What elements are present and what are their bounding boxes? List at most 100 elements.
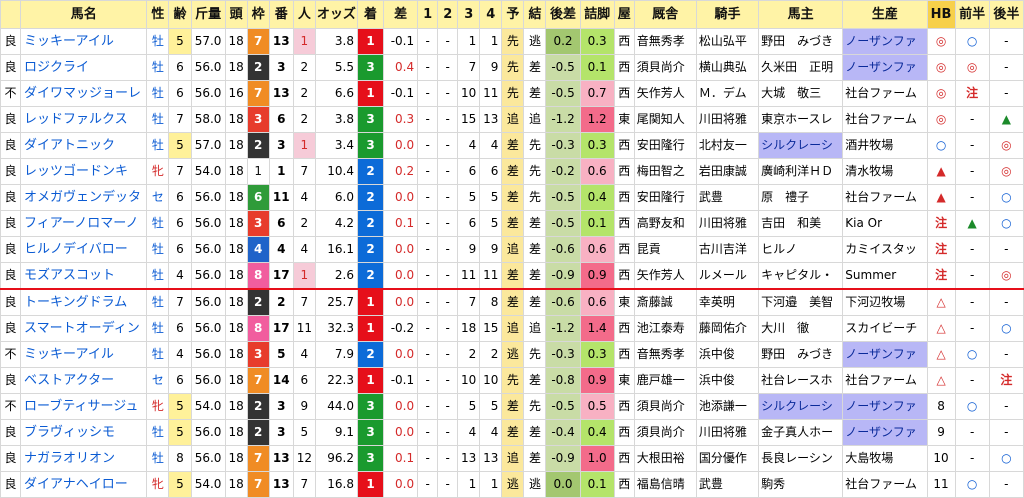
horse-name-link[interactable]: ブラヴィッシモ: [20, 419, 148, 446]
horse-name-link[interactable]: ベストアクター: [20, 367, 148, 394]
jockey-cell: 浜中俊: [695, 367, 760, 394]
table-row[interactable]: 良モズアスコット牡 4 56.0 18 8 17 1 2.6 2 0.0- -11 11 差差 -0.9 0…: [0, 262, 1024, 290]
frame-cell: 7: [246, 445, 270, 472]
header-heads[interactable]: 頭: [224, 0, 248, 29]
number-cell: 2: [268, 288, 294, 316]
horse-name-link[interactable]: ナガラオリオン: [20, 445, 148, 472]
table-row[interactable]: 良オメガヴェンデッタセ 6 56.0 18 6 11 4 6.0 2 0.0- -5 5 差先 -0.5 0…: [0, 184, 1024, 211]
header-number[interactable]: 番: [268, 0, 294, 29]
horse-name-link[interactable]: レッツゴードンキ: [20, 158, 148, 185]
weight-cell: 56.0: [190, 236, 226, 263]
corner2-cell: -: [437, 341, 459, 368]
header-corner4[interactable]: 4: [479, 0, 503, 29]
horse-name-link[interactable]: オメガヴェンデッタ: [20, 184, 148, 211]
trainer-cell: 安田隆行: [633, 132, 697, 159]
header-second-half[interactable]: 後半: [988, 0, 1024, 29]
table-row[interactable]: 良フィアーノロマーノ牡 6 56.0 18 3 6 2 4.2 2 0.1- -6 5 差差 -0.5 0.…: [0, 210, 1024, 237]
table-row[interactable]: 良ヒルノデイバロー牡 6 56.0 18 4 4 4 16.1 2 0.0- -9 9 追差 -0.6 0.…: [0, 236, 1024, 263]
header-weight[interactable]: 斤量: [190, 0, 226, 29]
corner4-cell: 6: [479, 158, 503, 185]
horse-name-link[interactable]: ヒルノデイバロー: [20, 236, 148, 263]
corner4-cell: 11: [479, 262, 503, 290]
margin-cell: 0.4: [383, 54, 419, 81]
header-owner[interactable]: 馬主: [758, 0, 844, 29]
header-popularity[interactable]: 人: [292, 0, 316, 29]
table-row[interactable]: 不ダイワマッジョーレ牡 6 56.0 16 7 13 2 6.6 1 -0.1- -10 11 先差 -0…: [0, 80, 1024, 107]
corner2-cell: -: [437, 210, 459, 237]
header-breeder[interactable]: 生産: [842, 0, 928, 29]
header-late-diff[interactable]: 後差: [545, 0, 581, 29]
header-margin[interactable]: 差: [383, 0, 419, 29]
owner-cell: ヒルノ: [758, 236, 844, 263]
race-table: 馬名 性 齢 斤量 頭 枠 番 人 オッズ 着 差 1 2 3 4 予 結 後差…: [0, 0, 1024, 498]
table-row[interactable]: 良レッツゴードンキ牝 7 54.0 18 1 1 7 10.4 2 0.2- -6 6 差先 -0.2 0.…: [0, 158, 1024, 185]
header-hb[interactable]: HB: [926, 0, 956, 29]
corner2-cell: -: [437, 236, 459, 263]
odds-cell: 44.0: [314, 393, 358, 420]
table-row[interactable]: 良ベストアクターセ 6 56.0 18 7 14 6 22.3 1 -0.1- -10 10 先差 -0.…: [0, 367, 1024, 394]
closing-cell: 0.9: [579, 367, 615, 394]
frame-cell: 3: [246, 341, 270, 368]
result-cell: 追: [523, 315, 547, 342]
popularity-cell: 11: [292, 315, 316, 342]
finish-cell: 3: [356, 54, 385, 81]
horse-name-link[interactable]: ミッキーアイル: [20, 341, 148, 368]
header-odds[interactable]: オッズ: [314, 0, 358, 29]
late-diff-cell: -0.3: [545, 341, 581, 368]
closing-cell: 0.7: [579, 80, 615, 107]
table-row[interactable]: 不ローブティサージュ牝 5 54.0 18 2 3 9 44.0 3 0.0- -5 5 差先 -0.5 0…: [0, 393, 1024, 420]
weight-cell: 56.0: [190, 419, 226, 446]
header-corner3[interactable]: 3: [457, 0, 481, 29]
header-first-half[interactable]: 前半: [954, 0, 990, 29]
first-half-mark-cell: ○: [954, 28, 990, 55]
header-frame[interactable]: 枠: [246, 0, 270, 29]
header-closing[interactable]: 詰脚: [579, 0, 615, 29]
table-row[interactable]: 良レッドファルクス牡 7 58.0 18 3 6 2 3.8 3 0.3- -15 13 追追 -1.2 1…: [0, 106, 1024, 133]
frame-cell: 2: [246, 54, 270, 81]
jockey-cell: 武豊: [695, 184, 760, 211]
header-stable[interactable]: 屋: [613, 0, 635, 29]
margin-cell: 0.0: [383, 236, 419, 263]
horse-name-link[interactable]: モズアスコット: [20, 262, 148, 290]
number-cell: 3: [268, 419, 294, 446]
corner1-cell: -: [417, 341, 439, 368]
header-jockey[interactable]: 騎手: [695, 0, 760, 29]
horse-name-link[interactable]: スマートオーディン: [20, 315, 148, 342]
breeder-cell: 大島牧場: [842, 445, 928, 472]
horse-name-link[interactable]: ダイアトニック: [20, 132, 148, 159]
corner3-cell: 11: [457, 262, 481, 290]
header-finish[interactable]: 着: [356, 0, 385, 29]
horse-name-link[interactable]: ミッキーアイル: [20, 28, 148, 55]
header-corner2[interactable]: 2: [437, 0, 459, 29]
header-predict[interactable]: 予: [501, 0, 525, 29]
table-row[interactable]: 不ミッキーアイル牡 4 56.0 18 3 5 4 7.9 2 0.0- -2 2 逃先 -0.3 0.3 西…: [0, 341, 1024, 368]
table-row[interactable]: 良ナガラオリオン牡 8 56.0 18 7 13 12 96.2 3 0.1- -13 13 追差 -0.…: [0, 445, 1024, 472]
finish-cell: 2: [356, 158, 385, 185]
odds-cell: 3.8: [314, 28, 358, 55]
table-row[interactable]: 良ロジクライ牡 6 56.0 18 2 3 2 5.5 3 0.4- -7 9 先差 -0.5 0.1 西須貝…: [0, 54, 1024, 81]
header-sex[interactable]: 性: [146, 0, 170, 29]
table-row[interactable]: 良ダイアトニック牡 5 57.0 18 2 3 1 3.4 3 0.0- -4 4 差先 -0.3 0.3 西…: [0, 132, 1024, 159]
header-trainer[interactable]: 厩舎: [633, 0, 697, 29]
table-row[interactable]: 良ブラヴィッシモ牡 5 56.0 18 2 3 5 9.1 3 0.0- -4 4 差差 -0.4 0.4 西…: [0, 419, 1024, 446]
horse-name-link[interactable]: トーキングドラム: [20, 288, 148, 316]
second-half-mark-cell: ◎: [988, 158, 1024, 185]
popularity-cell: 2: [292, 54, 316, 81]
header-name[interactable]: 馬名: [20, 0, 148, 29]
corner2-cell: -: [437, 262, 459, 290]
trainer-cell: 須貝尚介: [633, 393, 697, 420]
table-row[interactable]: 良トーキングドラム牡 7 56.0 18 2 2 7 25.7 1 0.0- -7 8 差差 -0.6 0.…: [0, 288, 1024, 316]
horse-name-link[interactable]: ダイワマッジョーレ: [20, 80, 148, 107]
header-age[interactable]: 齢: [168, 0, 192, 29]
horse-name-link[interactable]: フィアーノロマーノ: [20, 210, 148, 237]
hb-mark-cell: 9: [926, 419, 956, 446]
table-row[interactable]: 良スマートオーディン牡 6 56.0 18 8 17 11 32.3 1 -0.2- -18 15 追追…: [0, 315, 1024, 342]
header-result[interactable]: 結: [523, 0, 547, 29]
frame-cell: 7: [246, 367, 270, 394]
horse-name-link[interactable]: ローブティサージュ: [20, 393, 148, 420]
horse-name-link[interactable]: レッドファルクス: [20, 106, 148, 133]
first-half-mark-cell: -: [954, 315, 990, 342]
header-corner1[interactable]: 1: [417, 0, 439, 29]
horse-name-link[interactable]: ロジクライ: [20, 54, 148, 81]
table-row[interactable]: 良ミッキーアイル牡 5 57.0 18 7 13 1 3.8 1 -0.1- -1 1 先逃 0.2 0.3…: [0, 28, 1024, 55]
